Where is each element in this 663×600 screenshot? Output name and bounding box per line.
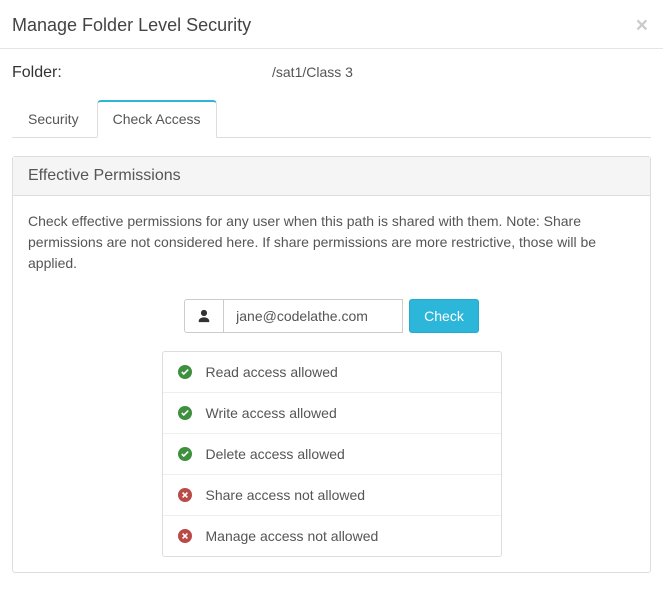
result-manage: Manage access not allowed [163,516,501,556]
result-read: Read access allowed [163,352,501,393]
check-circle-icon [178,447,192,461]
x-circle-icon [178,529,192,543]
check-form-row: Check [28,299,635,333]
result-write: Write access allowed [163,393,501,434]
modal-body: Folder: /sat1/Class 3 Security Check Acc… [0,49,663,588]
check-button[interactable]: Check [409,299,479,333]
tab-check-access-label[interactable]: Check Access [97,100,217,138]
panel-body: Check effective permissions for any user… [13,196,650,572]
folder-path: /sat1/Class 3 [272,64,353,80]
result-text: Read access allowed [206,364,338,380]
folder-row: Folder: /sat1/Class 3 [12,64,651,82]
result-text: Manage access not allowed [206,528,379,544]
result-text: Delete access allowed [206,446,345,462]
x-circle-icon [178,488,192,502]
modal-title: Manage Folder Level Security [12,15,251,36]
result-delete: Delete access allowed [163,434,501,475]
results-list: Read access allowed Write access allowed… [162,351,502,557]
folder-label: Folder: [12,64,272,82]
user-input[interactable] [223,299,403,333]
result-share: Share access not allowed [163,475,501,516]
tab-security[interactable]: Security [12,100,95,138]
tab-check-access[interactable]: Check Access [97,100,217,138]
result-text: Write access allowed [206,405,337,421]
result-text: Share access not allowed [206,487,366,503]
modal-header: Manage Folder Level Security × [0,0,663,49]
close-icon[interactable]: × [636,15,648,36]
tab-bar: Security Check Access [12,100,651,138]
tab-security-label[interactable]: Security [12,100,95,138]
check-circle-icon [178,406,192,420]
permissions-panel: Effective Permissions Check effective pe… [12,156,651,573]
user-icon [184,299,223,333]
check-circle-icon [178,365,192,379]
user-input-group [184,299,403,333]
panel-heading: Effective Permissions [13,157,650,196]
panel-description: Check effective permissions for any user… [28,211,635,274]
